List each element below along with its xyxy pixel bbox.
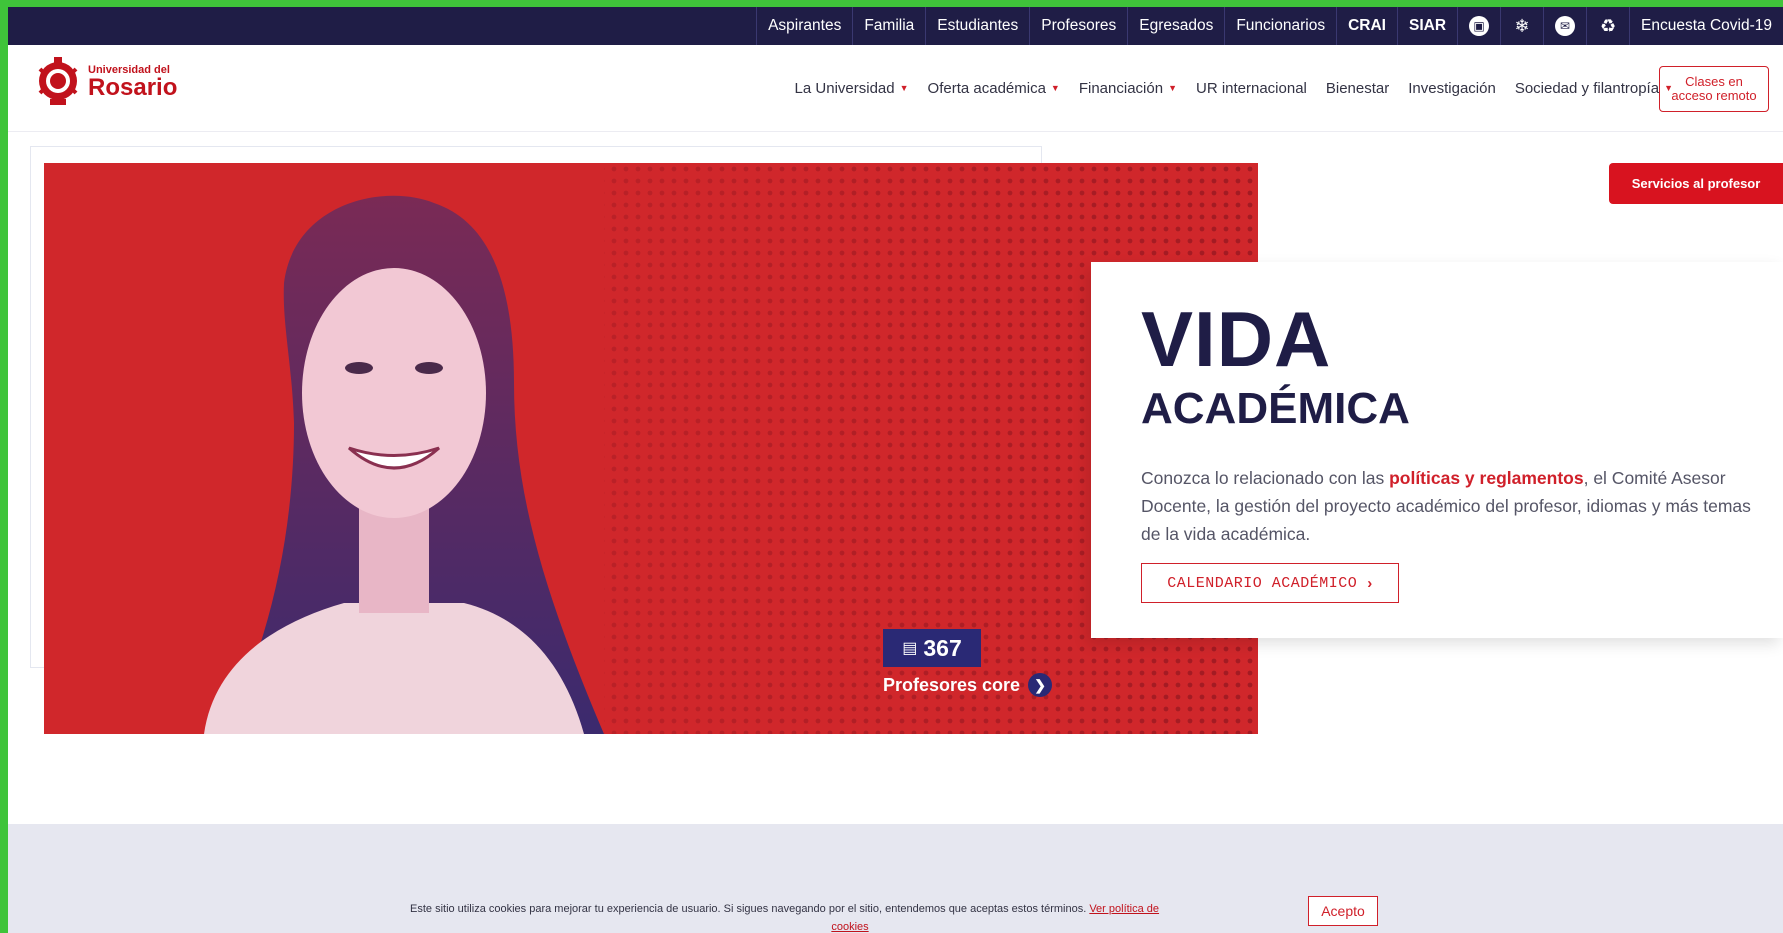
nav-bienestar[interactable]: Bienestar: [1326, 80, 1389, 97]
nav-investigacion[interactable]: Investigación: [1408, 80, 1496, 97]
crest-icon: [38, 57, 78, 105]
main-header: Universidad del Rosario La Universidad ▼ …: [8, 45, 1783, 132]
remote-classes-button[interactable]: Clases en acceso remoto: [1659, 66, 1769, 112]
link-siar[interactable]: SIAR: [1396, 7, 1457, 45]
link-estudiantes[interactable]: Estudiantes: [925, 7, 1029, 45]
chevron-down-icon: ▼: [1168, 83, 1177, 93]
network-icon[interactable]: ❄: [1500, 7, 1543, 45]
nav-sociedad-filantropia[interactable]: Sociedad y filantropía ▼: [1515, 80, 1673, 97]
chevron-right-icon: ❯: [1028, 673, 1053, 697]
mail-icon[interactable]: ✉: [1543, 7, 1586, 45]
chevron-down-icon: ▼: [899, 83, 909, 93]
profesores-core-link[interactable]: Profesores core ❯: [883, 673, 1053, 697]
library-icon[interactable]: ▣: [1457, 7, 1500, 45]
main-nav: La Universidad ▼ Oferta académica ▼ Financ…: [776, 45, 1673, 131]
browser-page: Aspirantes Familia Estudiantes Profesore…: [8, 7, 1783, 933]
title-academica: ACADÉMICA: [1141, 384, 1410, 433]
link-egresados[interactable]: Egresados: [1127, 7, 1224, 45]
bar-chart-icon: ▤: [902, 640, 918, 657]
nav-ur-internacional[interactable]: UR internacional: [1196, 80, 1307, 97]
nav-oferta-academica[interactable]: Oferta académica ▼: [928, 80, 1060, 97]
university-logo[interactable]: Universidad del Rosario: [34, 55, 177, 109]
accessibility-icon[interactable]: ♻: [1586, 7, 1629, 45]
academic-life-card: VIDA ACADÉMICA Conozca lo relacionado co…: [1091, 262, 1783, 638]
teacher-services-button[interactable]: Servicios al profesor: [1609, 163, 1783, 204]
hero-banner: ▤ 367 Profesores core ❯: [44, 163, 1258, 734]
cookie-notice: Este sitio utiliza cookies para mejorar …: [410, 900, 1270, 933]
policies-link[interactable]: políticas y reglamentos: [1389, 468, 1584, 488]
cookie-policy-link-cont[interactable]: cookies: [410, 918, 1270, 933]
logo-line-2: Rosario: [88, 73, 178, 101]
link-covid-survey[interactable]: Encuesta Covid-19: [1629, 7, 1783, 45]
utility-bar: Aspirantes Familia Estudiantes Profesore…: [8, 7, 1783, 45]
nav-la-universidad[interactable]: La Universidad ▼: [795, 80, 909, 97]
link-funcionarios[interactable]: Funcionarios: [1224, 7, 1336, 45]
chevron-right-icon: ›: [1367, 574, 1373, 592]
stat-counter: ▤ 367: [883, 629, 981, 667]
title-vida: VIDA: [1141, 295, 1332, 383]
cookie-policy-link[interactable]: Ver política de: [1089, 903, 1159, 915]
link-profesores[interactable]: Profesores: [1029, 7, 1127, 45]
chevron-down-icon: ▼: [1050, 83, 1060, 93]
hero-image: [204, 163, 1258, 734]
accept-cookies-button[interactable]: Acepto: [1308, 896, 1378, 926]
academic-description: Conozca lo relacionado con las políticas…: [1141, 468, 1751, 544]
link-aspirantes[interactable]: Aspirantes: [756, 7, 852, 45]
link-crai[interactable]: CRAI: [1336, 7, 1397, 45]
link-familia[interactable]: Familia: [852, 7, 925, 45]
academic-calendar-button[interactable]: CALENDARIO ACADÉMICO ›: [1141, 563, 1399, 603]
nav-financiacion[interactable]: Financiación ▼: [1079, 80, 1177, 97]
